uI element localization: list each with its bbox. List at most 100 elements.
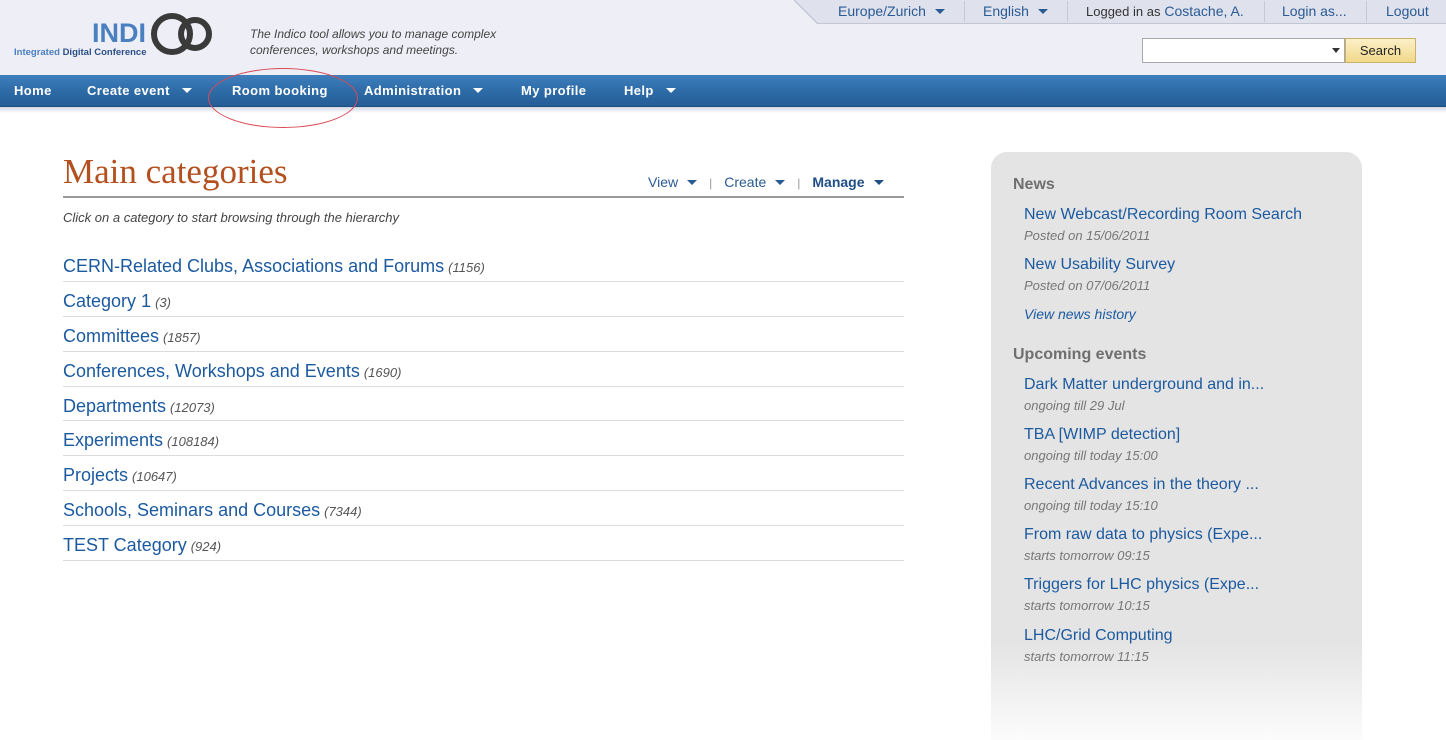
category-list: CERN-Related Clubs, Associations and For… [63,247,904,562]
category-link[interactable]: CERN-Related Clubs, Associations and For… [63,256,444,276]
event-link[interactable]: From raw data to physics (Expe... [1024,526,1344,544]
timezone-selector[interactable]: Europe/Zurich [838,0,945,24]
divider [1366,1,1367,22]
event-link[interactable]: TBA [WIMP detection] [1024,426,1344,444]
login-as-link[interactable]: Login as... [1282,0,1347,24]
page-subtitle: Click on a category to start browsing th… [63,210,400,225]
nav-room-booking[interactable]: Room booking [232,75,328,107]
search-input[interactable] [1143,39,1325,62]
list-item: Category 1 (3) [63,282,904,317]
top-bar: Europe/Zurich English Logged in as Costa… [794,0,1446,24]
divider: | [797,176,801,190]
event-time: ongoing till 29 Jul [1024,398,1125,413]
nav-shadow [0,107,1446,113]
main-nav: Home Create event Room booking Administr… [0,75,1446,107]
category-count: (12073) [170,399,215,415]
logged-in-label: Logged in as [1086,4,1161,19]
list-item: Schools, Seminars and Courses (7344) [63,491,904,527]
news-item: New Webcast/Recording Room Search Posted… [1024,206,1344,243]
news-link[interactable]: New Webcast/Recording Room Search [1024,206,1344,224]
event-item: Dark Matter underground and in... ongoin… [1024,376,1344,413]
news-date: Posted on 15/06/2011 [1024,228,1151,243]
list-item: Projects (10647) [63,456,904,492]
view-news-history-link[interactable]: View news history [1024,306,1136,322]
list-item: TEST Category (924) [63,526,904,562]
search-button[interactable]: Search [1345,38,1416,63]
category-link[interactable]: Schools, Seminars and Courses [63,500,320,520]
news-item: New Usability Survey Posted on 07/06/201… [1024,256,1344,293]
nav-administration[interactable]: Administration [364,75,484,107]
category-count: (7344) [324,504,362,520]
category-link[interactable]: Committees [63,326,159,346]
category-actions: View | Create | Manage [648,174,884,194]
category-count: (924) [190,539,222,555]
title-divider [63,196,904,198]
news-link[interactable]: New Usability Survey [1024,256,1344,274]
category-link[interactable]: Experiments [63,430,163,450]
logout-link[interactable]: Logout [1386,0,1429,24]
event-link[interactable]: Triggers for LHC physics (Expe... [1024,576,1344,594]
category-link[interactable]: TEST Category [63,535,187,555]
create-menu[interactable]: Create [724,174,786,190]
list-item: CERN-Related Clubs, Associations and For… [63,247,904,282]
category-link[interactable]: Conferences, Workshops and Events [63,361,360,381]
category-link[interactable]: Projects [63,465,128,485]
chevron-down-icon [687,179,698,185]
search-options-dropdown-icon[interactable] [1332,48,1340,53]
header: INDI Integrated Digital Conference The I… [0,0,1446,75]
event-link[interactable]: LHC/Grid Computing [1024,627,1344,645]
divider [1264,1,1265,22]
news-heading: News [1013,176,1055,193]
chevron-down-icon [775,179,786,185]
news-date: Posted on 07/06/2011 [1024,278,1151,293]
language-selector[interactable]: English [983,0,1048,24]
event-time: starts tomorrow 11:15 [1024,649,1149,664]
divider [964,1,965,22]
divider: | [709,176,713,190]
side-panel: News New Webcast/Recording Room Search P… [991,152,1362,740]
view-menu[interactable]: View [648,174,698,190]
manage-menu[interactable]: Manage [812,174,884,190]
event-item: From raw data to physics (Expe... starts… [1024,526,1344,563]
logo-subtitle: Integrated Digital Conference [14,47,147,58]
category-count: (10647) [132,469,177,485]
category-count: (1156) [448,260,485,275]
chevron-down-icon [1037,8,1048,14]
nav-home[interactable]: Home [14,75,52,107]
list-item: Committees (1857) [63,317,904,352]
nav-help[interactable]: Help [624,75,676,107]
category-count: (1690) [363,364,402,380]
chevron-down-icon [473,88,484,94]
logged-in-info: Logged in as Costache, A. [1086,0,1244,24]
category-count: (1857) [163,329,201,345]
list-item: Conferences, Workshops and Events (1690) [63,352,904,387]
event-item: Triggers for LHC physics (Expe... starts… [1024,576,1344,613]
event-item: LHC/Grid Computing starts tomorrow 11:15 [1024,627,1344,664]
nav-create-event[interactable]: Create event [87,75,192,107]
divider [1067,1,1068,22]
chevron-down-icon [873,179,884,185]
logo-wordmark: INDI [92,18,146,48]
event-time: ongoing till today 15:00 [1024,448,1158,463]
category-link[interactable]: Category 1 [63,291,151,311]
event-link[interactable]: Recent Advances in the theory ... [1024,476,1344,494]
category-link[interactable]: Departments [63,396,166,416]
chevron-down-icon [181,88,192,94]
event-time: ongoing till today 15:10 [1024,498,1158,513]
user-name-link[interactable]: Costache, A. [1164,3,1243,19]
page-title: Main categories [63,152,288,191]
event-time: starts tomorrow 10:15 [1024,598,1150,613]
category-count: (3) [155,294,171,310]
event-link[interactable]: Dark Matter underground and in... [1024,376,1344,394]
event-time: starts tomorrow 09:15 [1024,548,1150,563]
chevron-down-icon [934,8,945,14]
event-item: TBA [WIMP detection] ongoing till today … [1024,426,1344,463]
list-item: Departments (12073) [63,387,904,422]
search-field[interactable] [1142,38,1345,63]
nav-my-profile[interactable]: My profile [521,75,586,107]
indico-logo[interactable]: INDI Integrated Digital Conference [12,10,222,62]
list-item: Experiments (108184) [63,421,904,457]
chevron-down-icon [665,88,676,94]
tagline: The Indico tool allows you to manage com… [250,27,497,57]
event-item: Recent Advances in the theory ... ongoin… [1024,476,1344,513]
